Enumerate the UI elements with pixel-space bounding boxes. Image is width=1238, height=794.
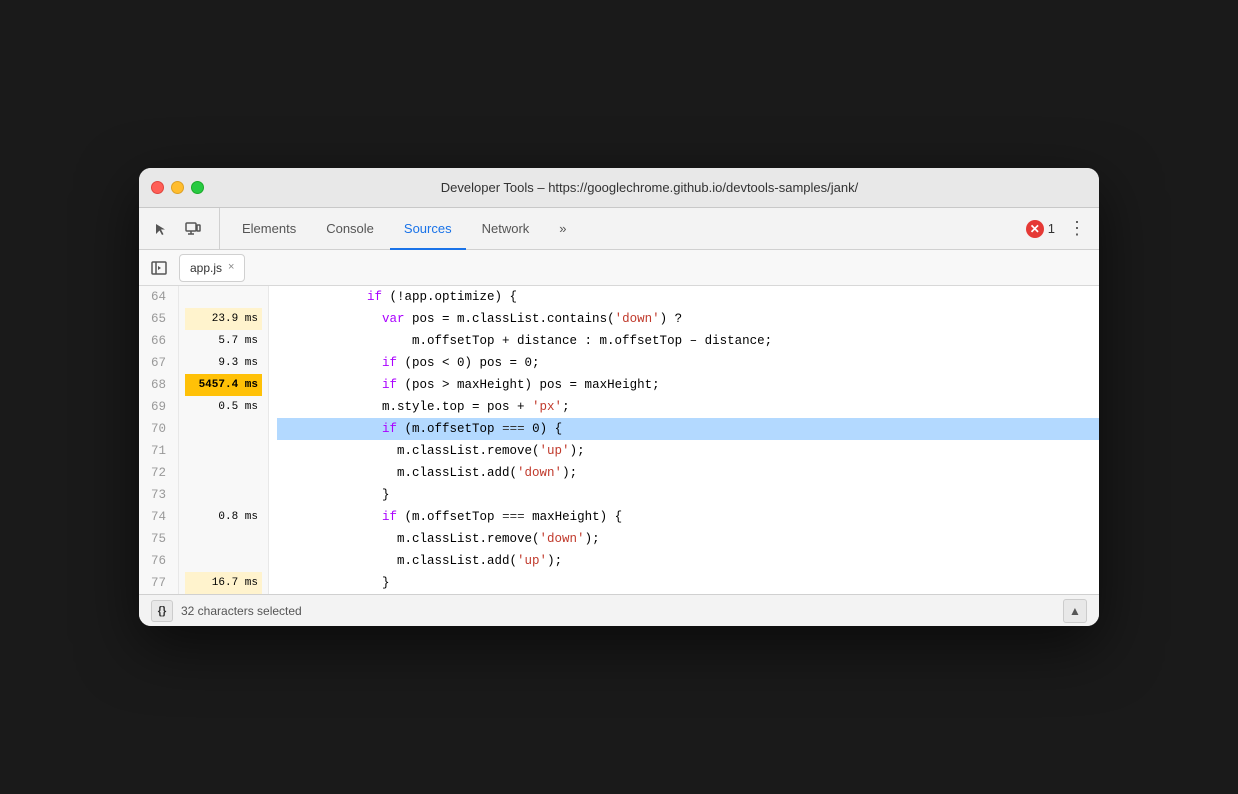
status-bar: {} 32 characters selected ▲ — [139, 594, 1099, 626]
titlebar: Developer Tools – https://googlechrome.g… — [139, 168, 1099, 208]
code-line-74: if (m.offsetTop === maxHeight) { — [277, 506, 1099, 528]
device-icon[interactable] — [179, 215, 207, 243]
window-title: Developer Tools – https://googlechrome.g… — [212, 180, 1087, 195]
line-numbers: 64 65 66 67 68 69 70 71 72 73 74 75 76 7… — [139, 286, 179, 594]
tab-network[interactable]: Network — [468, 209, 544, 250]
tab-elements[interactable]: Elements — [228, 209, 310, 250]
toolbar: Elements Console Sources Network » ✕ 1 ⋮ — [139, 208, 1099, 250]
code-line-69: m.style.top = pos + 'px'; — [277, 396, 1099, 418]
code-line-66: m.offsetTop + distance : m.offsetTop – d… — [277, 330, 1099, 352]
timing-column: 23.9 ms 5.7 ms 9.3 ms 5457.4 ms 0.5 ms 0… — [179, 286, 269, 594]
sidebar-toggle-button[interactable] — [143, 252, 175, 284]
minimize-button[interactable] — [171, 181, 184, 194]
code-line-65: var pos = m.classList.contains('down') ? — [277, 308, 1099, 330]
code-line-71: m.classList.remove('up'); — [277, 440, 1099, 462]
tab-console[interactable]: Console — [312, 209, 388, 250]
code-line-68: if (pos > maxHeight) pos = maxHeight; — [277, 374, 1099, 396]
traffic-lights — [151, 181, 204, 194]
code-line-67: if (pos < 0) pos = 0; — [277, 352, 1099, 374]
code-lines[interactable]: if (!app.optimize) { var pos = m.classLi… — [269, 286, 1099, 594]
file-tab-close-button[interactable]: × — [228, 262, 234, 273]
close-button[interactable] — [151, 181, 164, 194]
toolbar-icons — [147, 208, 220, 249]
tab-more[interactable]: » — [545, 209, 580, 250]
file-tab-appjs[interactable]: app.js × — [179, 254, 245, 282]
code-line-75: m.classList.remove('down'); — [277, 528, 1099, 550]
code-area: 64 65 66 67 68 69 70 71 72 73 74 75 76 7… — [139, 286, 1099, 594]
code-line-77: } — [277, 572, 1099, 594]
code-line-64: if (!app.optimize) { — [277, 286, 1099, 308]
cursor-icon[interactable] — [147, 215, 175, 243]
code-line-73: } — [277, 484, 1099, 506]
toolbar-right: ✕ 1 ⋮ — [1026, 208, 1091, 249]
code-editor[interactable]: 64 65 66 67 68 69 70 71 72 73 74 75 76 7… — [139, 286, 1099, 594]
devtools-window: Developer Tools – https://googlechrome.g… — [139, 168, 1099, 626]
scroll-to-top-button[interactable]: ▲ — [1063, 599, 1087, 623]
code-line-76: m.classList.add('up'); — [277, 550, 1099, 572]
code-line-72: m.classList.add('down'); — [277, 462, 1099, 484]
tab-sources[interactable]: Sources — [390, 209, 466, 250]
error-icon: ✕ — [1026, 220, 1044, 238]
file-tabs: app.js × — [139, 250, 1099, 286]
code-line-70: if (m.offsetTop === 0) { — [277, 418, 1099, 440]
format-button[interactable]: {} — [151, 600, 173, 622]
more-options-button[interactable]: ⋮ — [1063, 215, 1091, 243]
maximize-button[interactable] — [191, 181, 204, 194]
selection-status: 32 characters selected — [181, 604, 302, 618]
error-badge[interactable]: ✕ 1 — [1026, 220, 1055, 238]
